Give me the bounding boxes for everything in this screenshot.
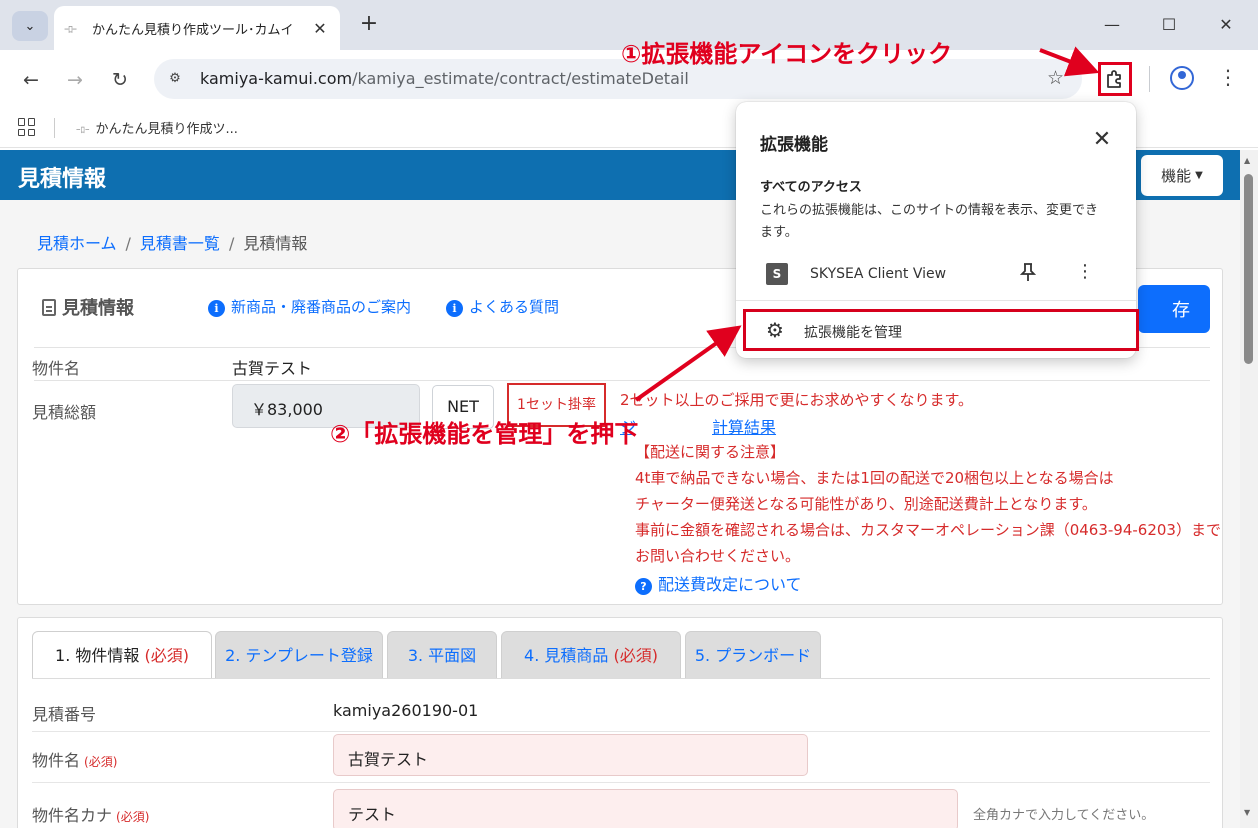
extension-name: SKYSEA Client View [810, 266, 947, 282]
tabs-baseline [32, 678, 1210, 679]
notice-line: お問い合わせください。 [635, 547, 801, 565]
breadcrumb: 見積ホーム / 見積書一覧 / 見積情報 [37, 234, 308, 253]
card-title: 見積情報 [42, 294, 134, 320]
tab-search-button[interactable]: ⌄ [12, 11, 48, 41]
notice-line: 【配送に関する注意】 [635, 443, 786, 461]
more-vert-icon[interactable]: ⋮ [1218, 64, 1238, 90]
annotation-step2: ②「拡張機能を管理」を押下 [330, 420, 639, 448]
browser-tab[interactable]: ｰﾛｰ かんたん見積り作成ツール･カムイ ✕ [54, 6, 340, 50]
bookmarks-divider [54, 118, 55, 138]
breadcrumb-home[interactable]: 見積ホーム [37, 234, 117, 253]
function-menu-button[interactable]: 機能 ▼ [1141, 155, 1223, 196]
divider [32, 731, 1210, 732]
property-kana-label: 物件名カナ (必須) [32, 806, 150, 825]
popup-divider [736, 300, 1136, 301]
profile-icon[interactable] [1170, 66, 1194, 90]
notice-line: 2セット以上のご採用で更にお求めやすくなります。 [620, 391, 974, 409]
new-products-link[interactable]: i 新商品・廃番商品のご案内 [208, 296, 411, 317]
scroll-thumb[interactable] [1244, 174, 1253, 364]
notice-line: 事前に金額を確認される場合は、カスタマーオペレーション課（0463-94-620… [635, 521, 1221, 539]
property-name-input[interactable]: 古賀テスト [333, 734, 808, 776]
divider [32, 782, 1210, 783]
pin-icon[interactable] [1019, 262, 1037, 287]
estimate-number-value: kamiya260190-01 [333, 701, 479, 720]
estimate-detail-card: 1. 物件情報 (必須) 2. テンプレート登録 3. 平面図 4. 見積商品 … [17, 617, 1223, 828]
document-icon [42, 299, 56, 316]
forward-arrow-icon[interactable]: → [62, 67, 88, 93]
apps-grid-icon[interactable] [18, 118, 36, 136]
reload-icon[interactable]: ↻ [107, 67, 133, 93]
tab-floor-plan[interactable]: 3. 平面図 [387, 631, 497, 678]
extensions-button[interactable] [1098, 62, 1132, 96]
maximize-icon[interactable]: ☐ [1157, 14, 1181, 38]
property-name-value: 古賀テスト [232, 359, 313, 378]
tab-property-info[interactable]: 1. 物件情報 (必須) [32, 631, 212, 679]
property-kana-input[interactable]: テスト [333, 789, 958, 828]
info-icon: i [446, 300, 463, 317]
notice-line: チャーター便発送となる可能性があり、別途配送費計上となります。 [635, 495, 1097, 513]
help-icon: ? [635, 578, 652, 595]
info-icon: i [208, 300, 225, 317]
bookmark-item[interactable]: ｰﾛｰ かんたん見積り作成ツ... [76, 118, 238, 137]
page-scrollbar[interactable]: ▲ ▼ [1240, 150, 1258, 828]
back-arrow-icon[interactable]: ← [18, 67, 44, 93]
tab-template[interactable]: 2. テンプレート登録 [215, 631, 383, 678]
tab-close-icon[interactable]: ✕ [310, 19, 330, 38]
tab-title: かんたん見積り作成ツール･カムイ [92, 22, 294, 38]
bookmark-favicon-icon: ｰﾛｰ [76, 126, 90, 136]
popup-description: これらの拡張機能は、このサイトの情報を表示、変更できます。 [760, 203, 1099, 240]
breadcrumb-list[interactable]: 見積書一覧 [140, 234, 220, 253]
extension-item[interactable]: S SKYSEA Client View ⋮ [736, 258, 1136, 292]
property-name-label: 物件名 (必須) [32, 751, 118, 770]
tab-planboard[interactable]: 5. プランボード [685, 631, 821, 678]
popup-section-heading: すべてのアクセス [760, 180, 862, 195]
close-icon[interactable]: ✕ [1090, 127, 1114, 152]
gear-icon: ⚙ [766, 318, 784, 342]
tab-estimate-products[interactable]: 4. 見積商品 (必須) [501, 631, 681, 678]
annotation-step1: ①拡張機能アイコンをクリック [621, 40, 953, 68]
page-title: 見積情報 [18, 167, 107, 192]
site-info-icon[interactable]: ⚙ [164, 68, 186, 90]
url-text[interactable]: kamiya-kamui.com/kamiya_estimate/contrac… [200, 69, 689, 88]
manage-extensions-item[interactable]: ⚙ 拡張機能を管理 [743, 309, 1139, 351]
site-favicon-icon: ｰﾛｰ [64, 24, 77, 36]
scroll-down-icon[interactable]: ▼ [1244, 808, 1250, 817]
notice-line: 4t車で納品できない場合、または1回の配送で20梱包以上となる場合は [635, 469, 1114, 487]
toolbar-divider [1149, 66, 1150, 92]
caret-down-icon: ▼ [1195, 170, 1203, 181]
shipping-cost-link[interactable]: ? 配送費改定について [635, 571, 802, 595]
faq-link[interactable]: i よくある質問 [446, 296, 559, 317]
window-close-icon[interactable]: ✕ [1214, 14, 1238, 38]
manage-extensions-label: 拡張機能を管理 [804, 325, 902, 341]
more-vert-icon[interactable]: ⋮ [1076, 261, 1094, 282]
breadcrumb-current: 見積情報 [243, 234, 308, 253]
estimate-number-label: 見積番号 [32, 705, 97, 724]
extensions-popup: 拡張機能 ✕ すべてのアクセス これらの拡張機能は、このサイトの情報を表示、変更… [736, 102, 1139, 358]
divider [34, 380, 1210, 381]
new-tab-button[interactable]: + [356, 12, 382, 38]
calc-result-link[interactable]: ジ計算結果 [620, 414, 776, 438]
extension-logo-icon: S [766, 263, 788, 285]
chevron-down-icon: ⌄ [24, 18, 36, 34]
property-name-label: 物件名 [32, 359, 81, 378]
puzzle-icon [1107, 70, 1121, 88]
star-icon[interactable]: ☆ [1047, 67, 1064, 89]
minimize-icon[interactable]: — [1100, 14, 1124, 38]
popup-title: 拡張機能 [760, 135, 828, 155]
kana-hint: 全角カナで入力してください。 [973, 808, 1155, 823]
total-amount-label: 見積総額 [32, 403, 97, 422]
save-button[interactable]: 存 [1138, 285, 1210, 333]
scroll-up-icon[interactable]: ▲ [1244, 156, 1250, 165]
